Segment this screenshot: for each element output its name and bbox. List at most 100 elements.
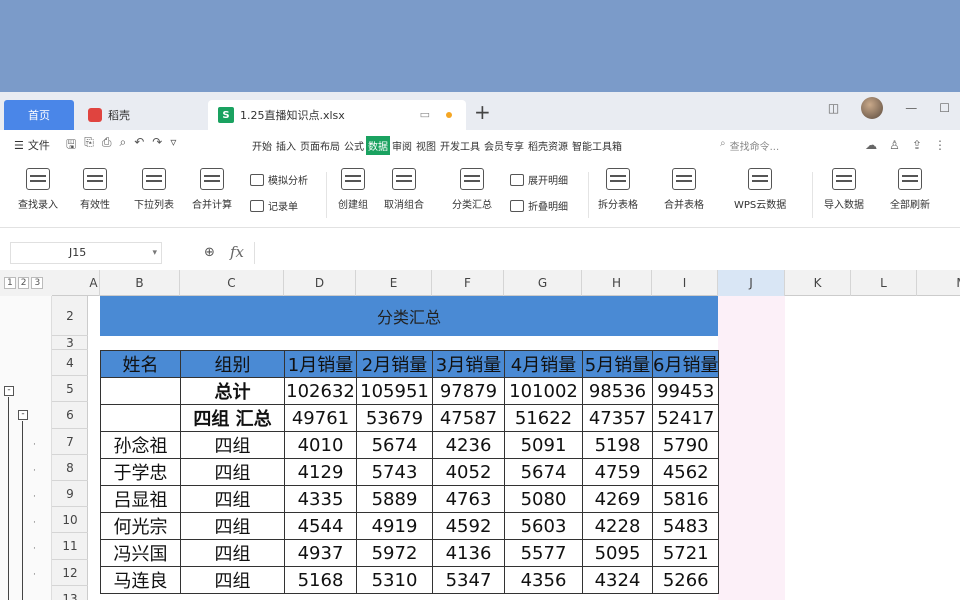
table-cell[interactable]: 4562	[651, 458, 720, 486]
column-header[interactable]: E	[356, 270, 432, 296]
function-icon[interactable]: fx	[230, 243, 244, 261]
restore-icon[interactable]: ☐	[939, 101, 950, 115]
name-box[interactable]: J15 ▾	[10, 242, 162, 264]
menu-tab-item[interactable]: 审阅	[390, 136, 414, 155]
table-cell[interactable]: 4136	[432, 539, 505, 567]
table-cell[interactable]: 5790	[651, 431, 720, 459]
table-cell[interactable]: 总计	[180, 377, 285, 405]
table-cell[interactable]: 5721	[651, 539, 720, 567]
validity-button[interactable]: 有效性	[80, 168, 110, 211]
more-icon[interactable]: ▿	[170, 135, 176, 156]
column-header[interactable]: J	[718, 270, 785, 296]
table-cell[interactable]: 4129	[284, 458, 357, 486]
wps-cloud-button[interactable]: WPS云数据	[734, 168, 786, 211]
outline-level-button[interactable]: 2	[17, 277, 30, 289]
file-menu-button[interactable]: ☰ 文件	[0, 137, 66, 153]
table-header-cell[interactable]: 组别	[180, 350, 285, 378]
table-cell[interactable]: 98536	[582, 377, 653, 405]
show-detail-button[interactable]: 展开明细	[510, 172, 568, 187]
row-header[interactable]: 12	[52, 560, 88, 586]
column-header[interactable]: H	[582, 270, 652, 296]
table-cell[interactable]: 102632	[284, 377, 357, 405]
export-icon[interactable]: ⎘	[84, 135, 94, 156]
row-header[interactable]: 3	[52, 336, 88, 350]
table-cell[interactable]: 4010	[284, 431, 357, 459]
avatar[interactable]	[861, 97, 884, 119]
table-cell[interactable]: 何光宗	[100, 512, 181, 540]
column-header[interactable]: F	[432, 270, 504, 296]
table-cell[interactable]: 5483	[651, 512, 720, 540]
table-cell[interactable]: 47357	[582, 404, 653, 432]
screen-icon[interactable]: ▭	[420, 108, 430, 121]
table-header-cell[interactable]: 2月销量	[356, 350, 433, 378]
import-data-button[interactable]: 导入数据	[824, 168, 864, 211]
menu-tab-item[interactable]: 视图	[414, 136, 438, 155]
table-header-cell[interactable]: 3月销量	[432, 350, 505, 378]
column-header[interactable]: A	[88, 270, 100, 296]
minimize-icon[interactable]: —	[905, 101, 917, 115]
table-cell[interactable]: 5091	[504, 431, 583, 459]
table-header-cell[interactable]: 5月销量	[582, 350, 653, 378]
chevron-down-icon[interactable]: ▾	[152, 243, 157, 263]
column-header[interactable]: B	[100, 270, 180, 296]
merge-table-button[interactable]: 合并表格	[664, 168, 704, 211]
table-cell[interactable]: 5080	[504, 485, 583, 513]
table-cell[interactable]: 5266	[651, 566, 720, 594]
zoom-icon[interactable]: ⊕	[204, 245, 215, 260]
table-cell[interactable]: 四组	[180, 539, 285, 567]
table-cell[interactable]: 99453	[651, 377, 720, 405]
column-header[interactable]: I	[652, 270, 718, 296]
redo-icon[interactable]: ↷	[152, 135, 162, 156]
table-header-cell[interactable]: 4月销量	[504, 350, 583, 378]
menu-tab-item[interactable]: 开始	[250, 136, 274, 155]
row-header[interactable]: 13	[52, 586, 88, 600]
table-cell[interactable]: 52417	[651, 404, 720, 432]
column-header[interactable]: G	[504, 270, 582, 296]
table-cell[interactable]: 4937	[284, 539, 357, 567]
table-cell[interactable]: 4759	[582, 458, 653, 486]
table-cell[interactable]: 5816	[651, 485, 720, 513]
table-cell[interactable]: 冯兴国	[100, 539, 181, 567]
sheet-title[interactable]: 分类汇总	[100, 296, 718, 336]
row-header[interactable]: 8	[52, 455, 88, 481]
hide-detail-button[interactable]: 折叠明细	[510, 198, 568, 213]
find-entry-button[interactable]: 查找录入	[18, 168, 58, 211]
table-cell[interactable]: 四组	[180, 566, 285, 594]
table-cell[interactable]: 5889	[356, 485, 433, 513]
column-header[interactable]: C	[180, 270, 284, 296]
table-cell[interactable]: 5347	[432, 566, 505, 594]
table-cell[interactable]: 5095	[582, 539, 653, 567]
table-cell[interactable]: 105951	[356, 377, 433, 405]
save-icon[interactable]: 🖫	[66, 135, 76, 156]
table-cell[interactable]: 四组	[180, 485, 285, 513]
consolidate-button[interactable]: 合并计算	[192, 168, 232, 211]
table-cell[interactable]: 5198	[582, 431, 653, 459]
collapse-level2-button[interactable]: -	[18, 410, 28, 420]
table-header-cell[interactable]: 6月销量	[651, 350, 720, 378]
table-cell[interactable]: 4052	[432, 458, 505, 486]
ungroup-button[interactable]: 取消组合	[384, 168, 424, 211]
menu-tab-item[interactable]: 智能工具箱	[570, 136, 624, 155]
cell-area[interactable]: 分类汇总 姓名 组别 1月销量 2月销量 3月销量 4月销量 5月销量 6月销量 总计 1026…	[88, 296, 960, 600]
outline-level-button[interactable]: 1	[4, 277, 16, 289]
print-icon[interactable]: ⎙	[102, 135, 112, 156]
table-header-cell[interactable]: 姓名	[100, 350, 181, 378]
menu-tab-item[interactable]: 公式	[342, 136, 366, 155]
menu-tab-item[interactable]: 插入	[274, 136, 298, 155]
table-cell[interactable]: 49761	[284, 404, 357, 432]
table-cell[interactable]: 5972	[356, 539, 433, 567]
table-cell[interactable]: 4544	[284, 512, 357, 540]
command-search[interactable]: ⌕ 查找命令...	[720, 138, 779, 153]
table-cell[interactable]: 4269	[582, 485, 653, 513]
table-cell[interactable]: 于学忠	[100, 458, 181, 486]
menu-tab-item[interactable]: 开发工具	[438, 136, 482, 155]
table-cell[interactable]: 5743	[356, 458, 433, 486]
dropdown-list-button[interactable]: 下拉列表	[134, 168, 174, 211]
table-cell[interactable]: 5310	[356, 566, 433, 594]
column-header[interactable]: K	[785, 270, 851, 296]
table-cell[interactable]: 5168	[284, 566, 357, 594]
table-cell[interactable]: 马连良	[100, 566, 181, 594]
table-cell[interactable]: 4324	[582, 566, 653, 594]
table-cell[interactable]: 101002	[504, 377, 583, 405]
whatif-button[interactable]: 模拟分析	[250, 172, 308, 187]
